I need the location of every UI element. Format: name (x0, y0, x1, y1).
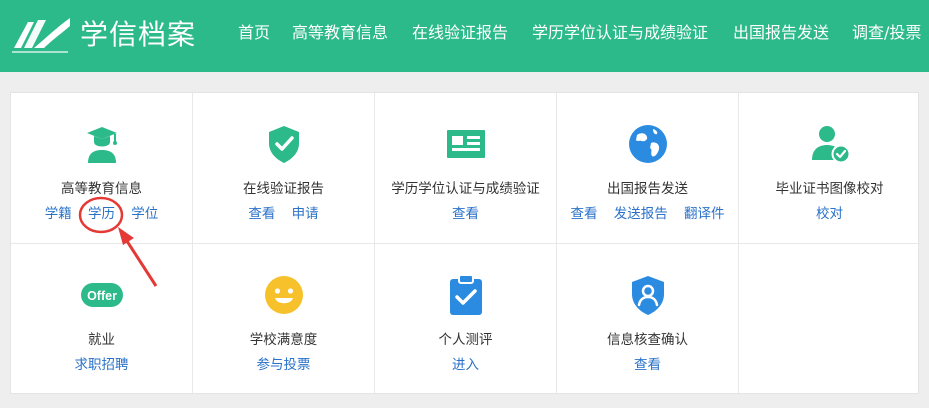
nav-online-report[interactable]: 在线验证报告 (412, 22, 508, 44)
service-links: 进入 (375, 353, 556, 373)
link-send-report[interactable]: 发送报告 (614, 206, 668, 222)
service-higher-education: 高等教育信息 学籍 学历 学位 (11, 93, 193, 244)
empty-cell (739, 244, 920, 395)
link-view-overseas[interactable]: 查看 (570, 206, 597, 222)
service-title: 学校满意度 (249, 332, 318, 348)
service-links: 校对 (739, 202, 920, 222)
nav-degree-certification[interactable]: 学历学位认证与成绩验证 (532, 22, 708, 44)
nav-home[interactable]: 首页 (238, 22, 270, 44)
service-links: 查看 发送报告 翻译件 (557, 202, 738, 222)
certificate-card-icon (446, 130, 485, 158)
link-enrollment[interactable]: 学籍 (45, 206, 72, 222)
link-proofread[interactable]: 校对 (816, 206, 843, 222)
user-check-icon (811, 126, 850, 164)
service-title: 高等教育信息 (61, 181, 142, 197)
link-view-verification[interactable]: 查看 (634, 357, 661, 373)
link-apply-report[interactable]: 申请 (292, 206, 319, 222)
service-title: 个人测评 (438, 332, 493, 348)
service-overseas-report: 出国报告发送 查看 发送报告 翻译件 (557, 93, 739, 244)
graduate-icon (86, 127, 117, 163)
service-links: 参与投票 (193, 353, 374, 373)
service-links: 求职招聘 (11, 353, 192, 373)
service-links: 查看 (375, 202, 556, 222)
service-degree-certification: 学历学位认证与成绩验证 查看 (375, 93, 557, 244)
link-translation[interactable]: 翻译件 (684, 206, 725, 222)
service-title: 在线验证报告 (243, 181, 324, 197)
shield-check-icon (268, 126, 299, 163)
link-degree[interactable]: 学位 (131, 206, 158, 222)
offer-icon-text: Offer (87, 289, 117, 303)
site-brand: 学信档案 (80, 18, 197, 51)
offer-icon: Offer (80, 283, 123, 307)
service-personal-assessment: 个人测评 进入 (375, 244, 557, 395)
service-title: 毕业证书图像校对 (775, 181, 884, 197)
link-vote[interactable]: 参与投票 (257, 357, 311, 373)
service-online-report: 在线验证报告 查看 申请 (193, 93, 375, 244)
globe-icon (628, 125, 667, 163)
top-navbar: 学信档案 首页 高等教育信息 在线验证报告 学历学位认证与成绩验证 出国报告发送… (0, 0, 929, 72)
service-links: 查看 申请 (193, 202, 374, 222)
nav-overseas-report[interactable]: 出国报告发送 (733, 22, 829, 44)
link-view-certification[interactable]: 查看 (452, 206, 479, 222)
smiley-icon (264, 276, 303, 314)
nav-higher-education[interactable]: 高等教育信息 (292, 22, 388, 44)
link-view-report[interactable]: 查看 (248, 206, 275, 222)
service-employment: Offer 就业 求职招聘 (11, 244, 193, 395)
link-enter-assessment[interactable]: 进入 (452, 357, 479, 373)
service-info-verification: 信息核查确认 查看 (557, 244, 739, 395)
service-links: 查看 (557, 353, 738, 373)
clipboard-check-icon (449, 274, 482, 315)
service-diploma-image-check: 毕业证书图像校对 校对 (739, 93, 920, 244)
link-education-record[interactable]: 学历 (88, 206, 115, 222)
service-title: 信息核查确认 (607, 332, 688, 348)
service-title: 学历学位认证与成绩验证 (391, 181, 540, 197)
service-school-satisfaction: 学校满意度 参与投票 (193, 244, 375, 395)
services-panel: 高等教育信息 学籍 学历 学位 在线验证报告 查看 申请 学历学位认证与成绩验证… (10, 92, 920, 395)
link-job-search[interactable]: 求职招聘 (75, 357, 129, 373)
shield-user-icon (631, 276, 664, 315)
service-title: 就业 (88, 332, 115, 348)
service-links: 学籍 学历 学位 (11, 202, 192, 222)
logo-icon (12, 18, 70, 53)
service-title: 出国报告发送 (607, 181, 688, 197)
nav-survey-vote[interactable]: 调查/投票 (852, 22, 921, 44)
